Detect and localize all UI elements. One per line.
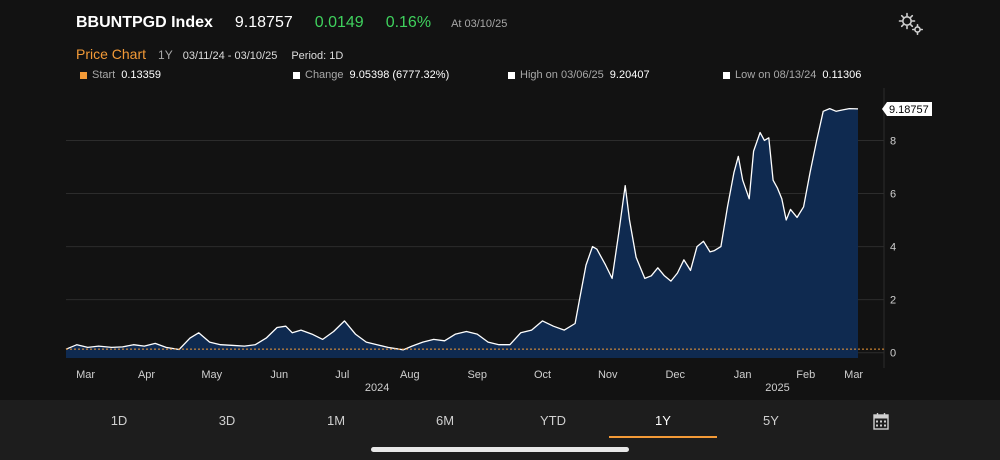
x-tick-label: Jan bbox=[734, 369, 752, 381]
x-tick-label: Sep bbox=[467, 369, 487, 381]
x-tick-label: Dec bbox=[665, 369, 685, 381]
x-tick-label: Apr bbox=[138, 369, 155, 381]
tab-1m[interactable]: 1M bbox=[282, 410, 390, 436]
x-tick-label: Feb bbox=[796, 369, 815, 381]
y-tick-label: 8 bbox=[890, 135, 896, 147]
last-price-label: 9.18757 bbox=[889, 104, 929, 116]
x-year-label: 2024 bbox=[365, 382, 389, 394]
tab-3d[interactable]: 3D bbox=[173, 410, 281, 436]
tab-6m[interactable]: 6M bbox=[391, 410, 499, 436]
x-tick-label: Oct bbox=[534, 369, 551, 381]
x-tick-label: Jun bbox=[270, 369, 288, 381]
x-year-label: 2025 bbox=[765, 382, 789, 394]
price-chart[interactable]: 0 2 4 6 8 9.18757 Mar Apr May Jun Jul Aug Sep Oct Nov D… bbox=[0, 0, 1000, 400]
calendar-icon[interactable] bbox=[873, 412, 889, 430]
x-tick-label: Mar bbox=[844, 369, 863, 381]
tab-ytd[interactable]: YTD bbox=[499, 410, 607, 436]
tab-5y[interactable]: 5Y bbox=[717, 410, 825, 436]
y-tick-label: 2 bbox=[890, 295, 896, 307]
x-tick-label: Mar bbox=[76, 369, 95, 381]
x-tick-label: Jul bbox=[335, 369, 349, 381]
y-tick-label: 0 bbox=[890, 348, 896, 360]
y-tick-label: 6 bbox=[890, 189, 896, 201]
tab-1d[interactable]: 1D bbox=[65, 410, 173, 436]
home-indicator bbox=[371, 447, 629, 452]
tab-1y[interactable]: 1Y bbox=[609, 410, 717, 438]
x-tick-label: Nov bbox=[598, 369, 618, 381]
x-tick-label: May bbox=[201, 369, 222, 381]
price-area bbox=[66, 108, 858, 358]
y-tick-label: 4 bbox=[890, 242, 896, 254]
x-tick-label: Aug bbox=[400, 369, 420, 381]
